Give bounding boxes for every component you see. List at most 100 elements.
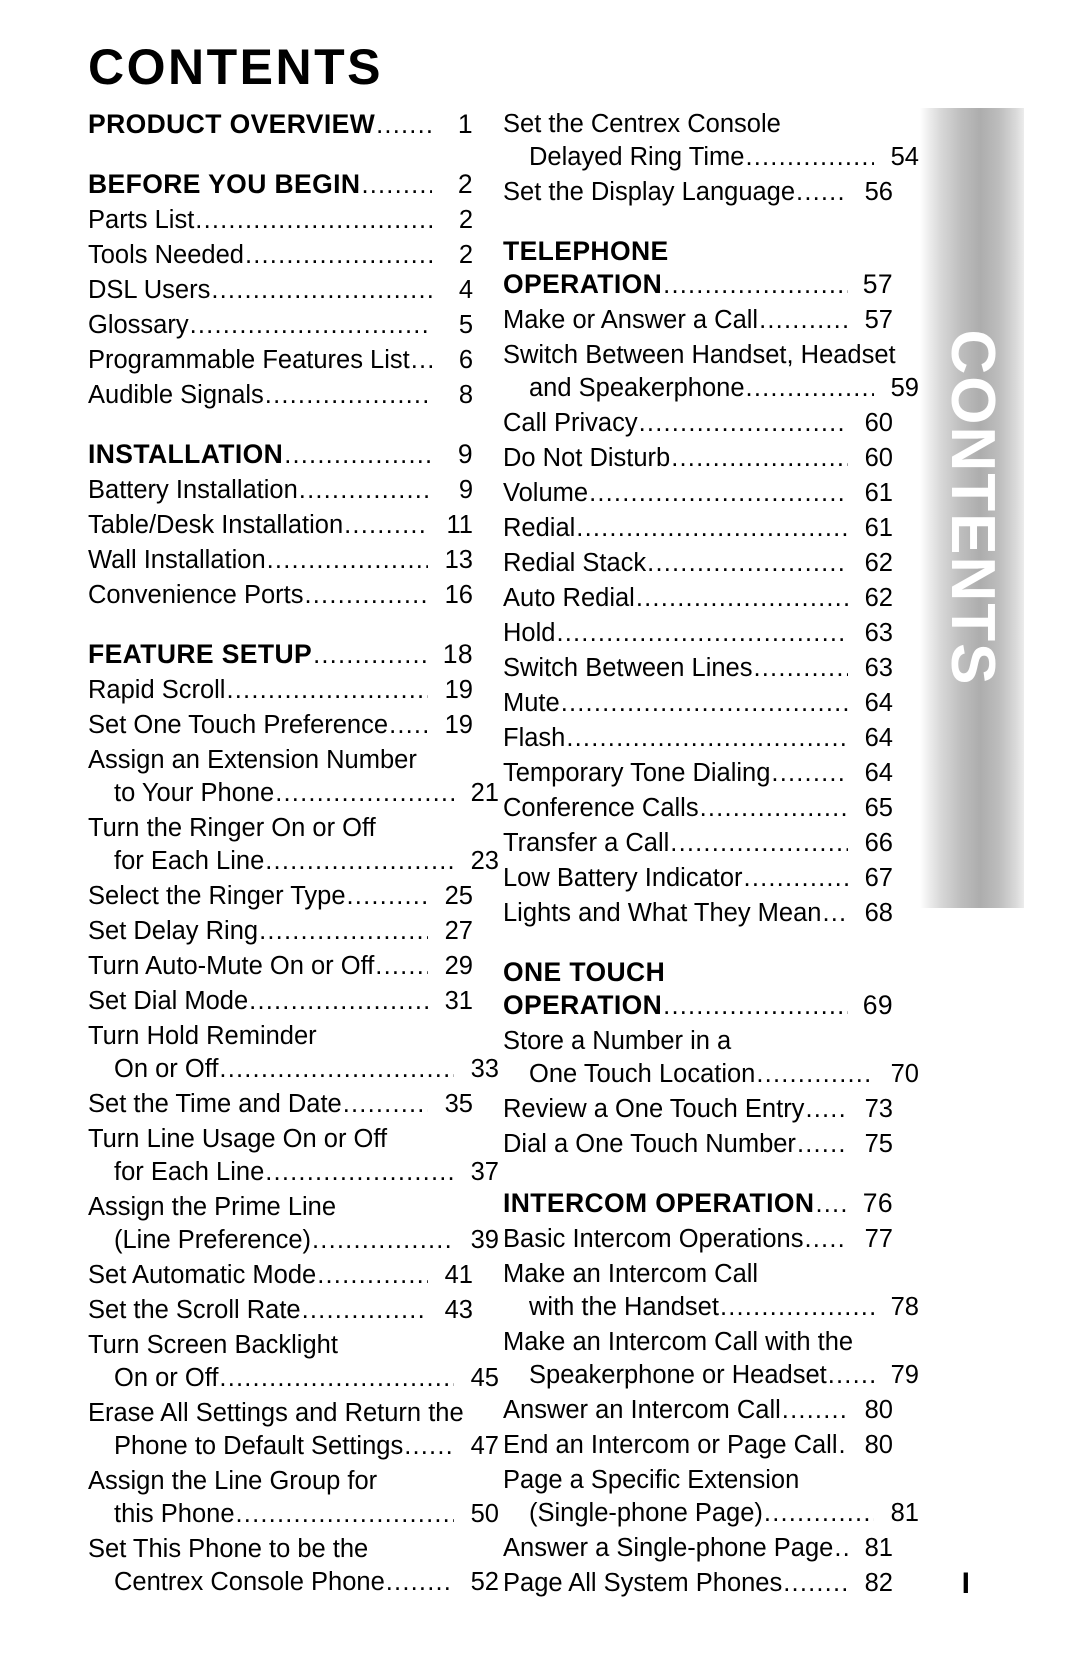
toc-entry[interactable]: End an Intercom or Page Call 80 bbox=[503, 1429, 893, 1462]
dot-leader bbox=[267, 544, 428, 577]
toc-entry[interactable]: Set Delay Ring 27 bbox=[88, 915, 473, 948]
toc-entry[interactable]: Battery Installation 9 bbox=[88, 474, 473, 507]
toc-entry[interactable]: Set Automatic Mode 41 bbox=[88, 1259, 473, 1292]
toc-entry[interactable]: Switch Between Lines 63 bbox=[503, 652, 893, 685]
toc-entry-line: Low Battery Indicator 67 bbox=[503, 862, 893, 895]
toc-entry[interactable]: Set This Phone to be the Centrex Console … bbox=[88, 1533, 499, 1599]
toc-entry-line: Turn Hold Reminder bbox=[88, 1020, 473, 1053]
toc-entry[interactable]: Switch Between Handset, Headset and Speak… bbox=[503, 339, 919, 405]
toc-entry[interactable]: Make an Intercom Call with the Handset 78 bbox=[503, 1258, 919, 1324]
dot-leader bbox=[745, 141, 874, 174]
toc-page-number: 60 bbox=[864, 444, 893, 472]
toc-entry[interactable]: Set the Scroll Rate 43 bbox=[88, 1294, 473, 1327]
toc-entry[interactable]: Table/Desk Installation 11 bbox=[88, 509, 473, 542]
toc-entry[interactable]: Lights and What They Mean 68 bbox=[503, 897, 893, 930]
toc-entry[interactable]: Tools Needed 2 bbox=[88, 239, 473, 272]
toc-entry[interactable]: Dial a One Touch Number 75 bbox=[503, 1128, 893, 1161]
dot-leader bbox=[265, 379, 432, 412]
toc-section-heading[interactable]: INTERCOM OPERATION 76 bbox=[503, 1187, 893, 1221]
toc-entry[interactable]: Answer an Intercom Call 80 bbox=[503, 1394, 893, 1427]
dot-leader bbox=[782, 1394, 848, 1427]
toc-entry[interactable]: Convenience Ports 16 bbox=[88, 579, 473, 612]
toc-entry[interactable]: Redial 61 bbox=[503, 512, 893, 545]
toc-entry[interactable]: Call Privacy 60 bbox=[503, 407, 893, 440]
toc-section-heading[interactable]: FEATURE SETUP 18 bbox=[88, 638, 473, 672]
toc-page-number: 81 bbox=[864, 1534, 893, 1562]
toc-entry[interactable]: Turn Hold Reminder On or Off 33 bbox=[88, 1020, 499, 1086]
toc-page-number: 69 bbox=[862, 990, 893, 1020]
toc-section-heading[interactable]: INSTALLATION 9 bbox=[88, 438, 473, 472]
toc-entry[interactable]: Review a One Touch Entry 73 bbox=[503, 1093, 893, 1126]
toc-entry-line: Answer a Single-phone Page 81 bbox=[503, 1532, 893, 1565]
toc-entry[interactable]: Turn Screen Backlight On or Off 45 bbox=[88, 1329, 499, 1395]
toc-entry[interactable]: Audible Signals 8 bbox=[88, 379, 473, 412]
toc-entry[interactable]: Turn Line Usage On or Off for Each Line 37 bbox=[88, 1123, 499, 1189]
toc-entry[interactable]: Transfer a Call 66 bbox=[503, 827, 893, 860]
toc-entry[interactable]: Flash 64 bbox=[503, 722, 893, 755]
toc-entry[interactable]: Make an Intercom Call with the Speakerpho… bbox=[503, 1326, 919, 1392]
toc-entry[interactable]: Conference Calls 65 bbox=[503, 792, 893, 825]
toc-entry-line: Mute 64 bbox=[503, 687, 893, 720]
toc-entry[interactable]: Store a Number in a One Touch Location 70 bbox=[503, 1025, 919, 1091]
toc-entry[interactable]: Basic Intercom Operations 77 bbox=[503, 1223, 893, 1256]
toc-entry-label: Auto Redial bbox=[503, 584, 635, 612]
toc-entry-label: Speakerphone or Headset bbox=[529, 1361, 827, 1389]
toc-entry[interactable]: DSL Users 4 bbox=[88, 274, 473, 307]
toc-entry[interactable]: Parts List 2 bbox=[88, 204, 473, 237]
toc-entry[interactable]: Auto Redial 62 bbox=[503, 582, 893, 615]
toc-entry[interactable]: Set the Centrex Console Delayed Ring Time… bbox=[503, 108, 919, 174]
toc-entry[interactable]: Do Not Disturb 60 bbox=[503, 442, 893, 475]
toc-page-number: 43 bbox=[444, 1296, 473, 1324]
toc-entry[interactable]: Hold 63 bbox=[503, 617, 893, 650]
toc-entry[interactable]: Glossary 5 bbox=[88, 309, 473, 342]
toc-page-number: 66 bbox=[864, 829, 893, 857]
toc-section-heading[interactable]: BEFORE YOU BEGIN 2 bbox=[88, 168, 473, 202]
toc-entry[interactable]: Set One Touch Preference 19 bbox=[88, 709, 473, 742]
toc-entry-line: Delayed Ring Time 54 bbox=[503, 141, 919, 174]
toc-entry-label: Programmable Features List bbox=[88, 346, 410, 374]
dot-leader bbox=[361, 169, 432, 202]
dot-leader bbox=[647, 547, 848, 580]
toc-entry-line: Page All System Phones 82 bbox=[503, 1567, 893, 1600]
toc-entry[interactable]: Temporary Tone Dialing 64 bbox=[503, 757, 893, 790]
toc-entry[interactable]: Volume 61 bbox=[503, 477, 893, 510]
toc-entry[interactable]: Select the Ringer Type 25 bbox=[88, 880, 473, 913]
toc-entry[interactable]: Assign the Prime Line (Line Preference) 39 bbox=[88, 1191, 499, 1257]
toc-entry[interactable]: Set the Time and Date 35 bbox=[88, 1088, 473, 1121]
toc-entry-label: Store a Number in a bbox=[503, 1027, 732, 1055]
toc-page: CONTENTS CONTENTS PRODUCT OVERVIEW 1 BEFOR… bbox=[0, 0, 1080, 1669]
toc-entry-label: (Line Preference) bbox=[114, 1226, 312, 1254]
toc-entry-label: Make an Intercom Call with the bbox=[503, 1328, 854, 1356]
dot-leader bbox=[275, 777, 454, 810]
toc-entry-line: Store a Number in a bbox=[503, 1025, 893, 1058]
toc-section-heading[interactable]: TELEPHONEOPERATION 57 bbox=[503, 235, 893, 302]
toc-entry[interactable]: Page All System Phones 82 bbox=[503, 1567, 893, 1600]
dot-leader bbox=[226, 674, 428, 707]
toc-entry[interactable]: Page a Specific Extension (Single-phone P… bbox=[503, 1464, 919, 1530]
toc-entry[interactable]: Redial Stack 62 bbox=[503, 547, 893, 580]
toc-entry-label: On or Off bbox=[114, 1364, 219, 1392]
toc-entry[interactable]: Rapid Scroll 19 bbox=[88, 674, 473, 707]
toc-entry[interactable]: Turn the Ringer On or Off for Each Line 23 bbox=[88, 812, 499, 878]
toc-entry[interactable]: Wall Installation 13 bbox=[88, 544, 473, 577]
toc-entry[interactable]: Answer a Single-phone Page 81 bbox=[503, 1532, 893, 1565]
toc-entry-label: Flash bbox=[503, 724, 566, 752]
dot-leader bbox=[219, 1053, 454, 1086]
toc-entry[interactable]: Erase All Settings and Return the Phone t… bbox=[88, 1397, 499, 1463]
toc-entry[interactable]: Mute 64 bbox=[503, 687, 893, 720]
toc-entry[interactable]: Assign an Extension Number to Your Phone 2… bbox=[88, 744, 499, 810]
toc-entry[interactable]: Assign the Line Group for this Phone 50 bbox=[88, 1465, 499, 1531]
toc-entry-line: Set the Display Language 56 bbox=[503, 176, 893, 209]
toc-entry[interactable]: Turn Auto-Mute On or Off 29 bbox=[88, 950, 473, 983]
toc-entry[interactable]: Make or Answer a Call 57 bbox=[503, 304, 893, 337]
toc-page-number: 68 bbox=[864, 899, 893, 927]
dot-leader bbox=[259, 915, 428, 948]
dot-leader bbox=[783, 1567, 848, 1600]
toc-section-heading[interactable]: ONE TOUCHOPERATION 69 bbox=[503, 956, 893, 1023]
toc-entry-line: One Touch Location 70 bbox=[503, 1058, 919, 1091]
toc-section-heading[interactable]: PRODUCT OVERVIEW 1 bbox=[88, 108, 473, 142]
toc-entry[interactable]: Low Battery Indicator 67 bbox=[503, 862, 893, 895]
toc-entry[interactable]: Set the Display Language 56 bbox=[503, 176, 893, 209]
toc-entry[interactable]: Set Dial Mode 31 bbox=[88, 985, 473, 1018]
toc-entry[interactable]: Programmable Features List 6 bbox=[88, 344, 473, 377]
